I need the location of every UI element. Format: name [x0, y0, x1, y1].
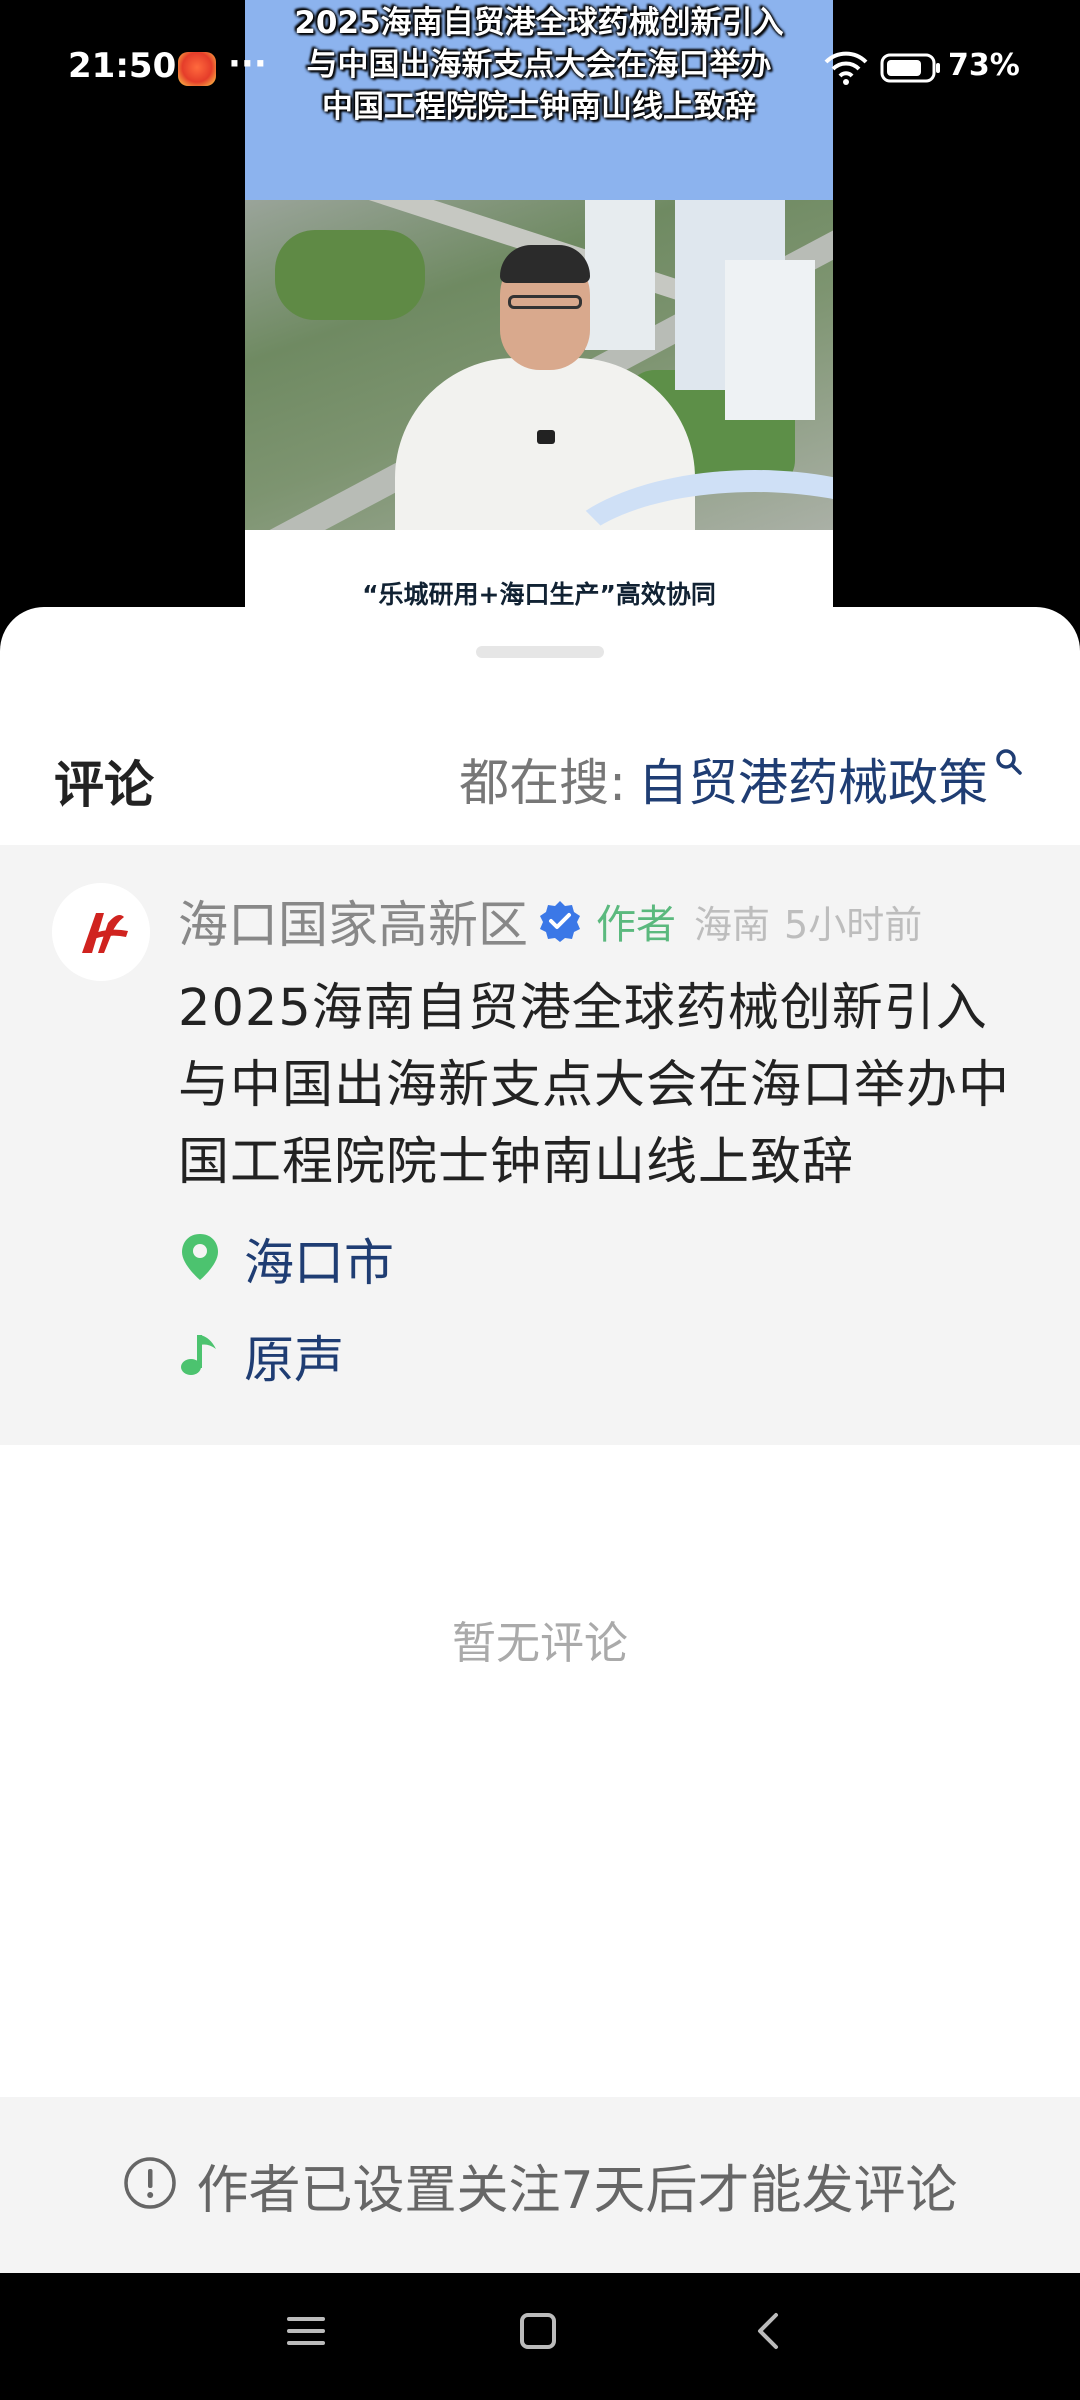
no-comments-text: 暂无评论 [452, 1618, 628, 1669]
video-title-overlay: 2025海南自贸港全球药械创新引入 与中国出海新支点大会在海口举办 中国工程院院… [245, 0, 833, 128]
menu-icon[interactable] [286, 2311, 326, 2355]
post-description: 2025海南自贸港全球药械创新引入与中国出海新支点大会在海口举办中国工程院院士钟… [178, 979, 1011, 1192]
video-title-line: 与中国出海新支点大会在海口举办 [306, 47, 772, 83]
notice-text: 作者已设置关注7天后才能发评论 [196, 2160, 958, 2221]
video-caption: “乐城研用+海口生产”高效协同 [362, 580, 716, 609]
comments-sheet: 评论 都在搜: 自贸港药械政策 海口国家高新区 作者 海南 5小时前 2025海… [0, 607, 1080, 2273]
comments-title: 评论 [54, 756, 154, 814]
author-row: 海口国家高新区 作者 海南 5小时前 [178, 885, 922, 957]
author-region: 海南 [694, 902, 771, 947]
video-player[interactable]: 2025海南自贸港全球药械创新引入 与中国出海新支点大会在海口举办 中国工程院院… [0, 0, 1080, 640]
verified-badge-icon [538, 899, 582, 947]
location-text[interactable]: 海口市 [244, 1223, 394, 1295]
search-term-link[interactable]: 自贸港药械政策 [638, 743, 988, 815]
video-frame[interactable]: 2025海南自贸港全球药械创新引入 与中国出海新支点大会在海口举办 中国工程院院… [245, 0, 833, 610]
search-icon[interactable] [994, 747, 1024, 781]
author-name[interactable]: 海口国家高新区 [178, 885, 528, 957]
author-avatar[interactable] [52, 883, 150, 981]
music-note-icon [178, 1329, 222, 1383]
music-text[interactable]: 原声 [244, 1320, 344, 1392]
home-icon[interactable] [518, 2311, 558, 2355]
post-time: 5小时前 [784, 902, 923, 947]
info-icon [122, 2155, 178, 2215]
comment-restriction-notice: 作者已设置关注7天后才能发评论 [0, 2097, 1080, 2273]
drag-handle[interactable] [476, 646, 604, 658]
music-row[interactable]: 原声 [178, 1320, 344, 1392]
video-title-line: 2025海南自贸港全球药械创新引入 [294, 5, 784, 41]
back-icon[interactable] [748, 2311, 788, 2355]
search-suggestion[interactable]: 都在搜: 自贸港药械政策 [459, 743, 1024, 815]
sheet-header: 评论 都在搜: 自贸港药械政策 [0, 697, 1080, 847]
search-prefix: 都在搜: [459, 754, 626, 812]
system-nav-bar [0, 2273, 1080, 2400]
author-post-card: 海口国家高新区 作者 海南 5小时前 2025海南自贸港全球药械创新引入与中国出… [0, 845, 1080, 1445]
video-title-line: 中国工程院院士钟南山线上致辞 [322, 89, 756, 125]
author-badge: 作者 [596, 902, 676, 948]
location-row[interactable]: 海口市 [178, 1223, 394, 1295]
location-pin-icon [178, 1232, 222, 1286]
